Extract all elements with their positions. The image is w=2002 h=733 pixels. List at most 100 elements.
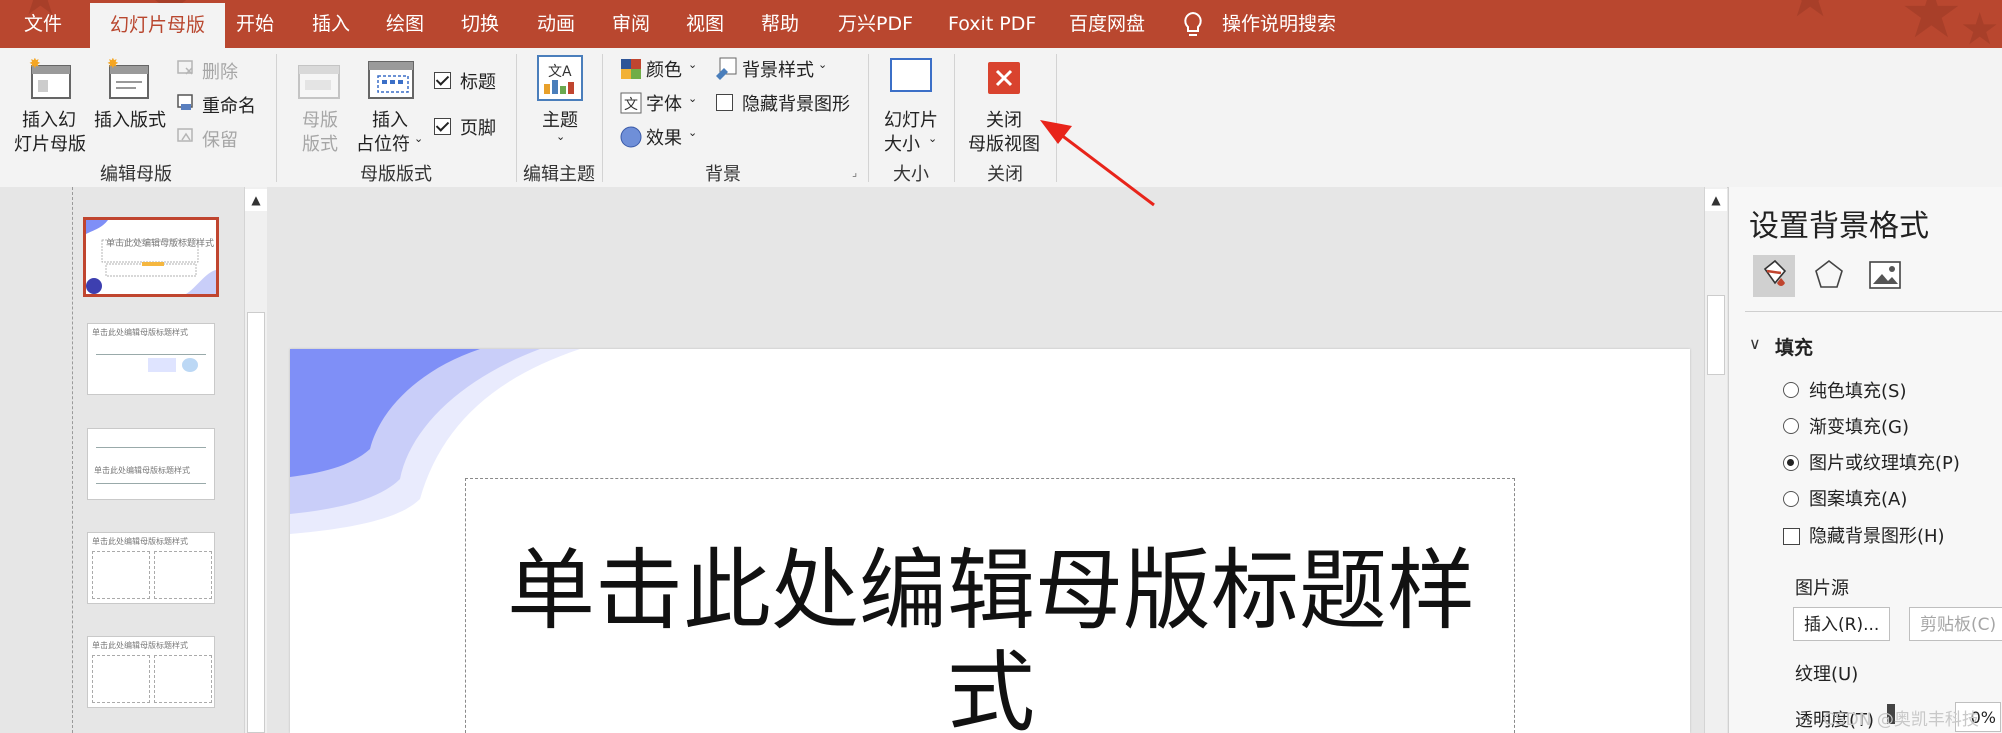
slide-size-icon[interactable] xyxy=(888,56,934,100)
svg-text:✸: ✸ xyxy=(107,58,119,72)
dialog-launcher-icon[interactable]: ⌟ xyxy=(852,166,857,179)
insert-placeholder-label-2[interactable]: 占位符 xyxy=(356,130,410,156)
slide-size-label-2[interactable]: 大小 xyxy=(884,130,920,156)
chevron-down-icon[interactable]: ⌄ xyxy=(818,58,827,71)
pattern-fill-label[interactable]: 图案填充(A) xyxy=(1809,485,1907,511)
group-separator xyxy=(276,54,277,182)
texture-label[interactable]: 纹理(U) xyxy=(1795,660,1858,686)
tab-help[interactable]: 帮助 xyxy=(761,0,799,48)
insert-placeholder-label-1[interactable]: 插入 xyxy=(372,106,408,132)
thumbnail-layout[interactable]: 单击此处编辑母版标题样式 xyxy=(87,636,215,708)
themes-label[interactable]: 主题 xyxy=(542,106,578,132)
thumbnail-tree-line xyxy=(72,187,73,733)
colors-label[interactable]: 颜色 xyxy=(646,56,682,82)
tab-transitions[interactable]: 切换 xyxy=(461,0,499,48)
fonts-label[interactable]: 字体 xyxy=(646,90,682,116)
effects-icon[interactable] xyxy=(620,126,642,152)
insert-picture-button[interactable]: 插入(R)... xyxy=(1793,607,1891,641)
thumbnail-layout[interactable]: 单击此处编辑母版标题样式 xyxy=(87,323,215,395)
scroll-up-arrow-icon[interactable]: ▲ xyxy=(245,189,267,211)
red-annotation-arrow xyxy=(1040,120,1155,207)
slide-master-preview[interactable]: 单击此处编辑母版标题样 式 xyxy=(290,349,1690,733)
slide-title-line-1[interactable]: 单击此处编辑母版标题样 xyxy=(466,547,1516,635)
solid-fill-radio[interactable] xyxy=(1783,382,1799,398)
close-master-view-label-1[interactable]: 关闭 xyxy=(986,106,1022,132)
scroll-up-arrow-icon[interactable]: ▲ xyxy=(1705,189,1727,211)
thumbnail-graphic xyxy=(154,551,212,599)
slide-title-line-2[interactable]: 式 xyxy=(466,649,1516,733)
svg-text:文: 文 xyxy=(548,64,562,80)
close-master-view-icon[interactable] xyxy=(988,62,1020,94)
fill-tab[interactable] xyxy=(1753,255,1795,297)
thumbnail-master[interactable]: 单击此处编辑母版标题样式 xyxy=(83,217,219,297)
picture-texture-fill-radio[interactable] xyxy=(1783,455,1799,471)
insert-slide-master-label-1[interactable]: 插入幻 xyxy=(22,106,76,132)
preserve-icon xyxy=(176,126,196,150)
chevron-down-icon[interactable]: ⌄ xyxy=(414,132,423,145)
background-styles-icon[interactable] xyxy=(714,56,738,84)
tab-slide-master[interactable]: 幻灯片母版 xyxy=(90,3,226,48)
thumbnail-graphic xyxy=(92,551,150,599)
pentagon-effects-icon[interactable] xyxy=(1811,257,1847,297)
background-styles-label[interactable]: 背景样式 xyxy=(742,56,814,82)
title-checkbox-label[interactable]: 标题 xyxy=(460,68,496,94)
tab-baidu-netdisk[interactable]: 百度网盘 xyxy=(1069,0,1145,48)
chevron-down-icon[interactable]: ⌄ xyxy=(928,132,937,145)
hide-background-graphics-checkbox[interactable] xyxy=(716,94,733,111)
insert-slide-master-icon[interactable]: ✸ xyxy=(28,56,74,106)
tab-wanxing-pdf[interactable]: 万兴PDF xyxy=(838,0,913,48)
thumbnail-layout[interactable]: 单击此处编辑母版标题样式 xyxy=(87,428,215,500)
picture-icon[interactable] xyxy=(1867,257,1903,297)
title-placeholder[interactable]: 单击此处编辑母版标题样 式 xyxy=(465,478,1515,733)
hide-background-graphics-label[interactable]: 隐藏背景图形(H) xyxy=(1809,522,1945,548)
lightbulb-icon[interactable] xyxy=(1180,10,1206,40)
footer-checkbox-label[interactable]: 页脚 xyxy=(460,114,496,140)
colors-icon[interactable] xyxy=(620,58,642,84)
slide-size-label-1[interactable]: 幻灯片 xyxy=(884,106,938,132)
pattern-fill-radio[interactable] xyxy=(1783,491,1799,507)
themes-icon[interactable]: 文A xyxy=(536,54,584,106)
chevron-down-icon[interactable]: ⌄ xyxy=(688,92,697,105)
insert-slide-master-label-2[interactable]: 灯片母版 xyxy=(14,130,86,156)
chevron-down-icon[interactable]: ⌄ xyxy=(688,126,697,139)
tab-review[interactable]: 审阅 xyxy=(612,0,650,48)
scrollbar-thumb[interactable] xyxy=(1707,295,1725,375)
insert-layout-label[interactable]: 插入版式 xyxy=(94,106,166,132)
canvas-scrollbar[interactable]: ▲ xyxy=(1704,187,1727,733)
thumbnails-scrollbar[interactable]: ▲ xyxy=(244,187,267,733)
tab-home[interactable]: 开始 xyxy=(236,0,274,48)
gradient-fill-label[interactable]: 渐变填充(G) xyxy=(1809,413,1909,439)
hide-background-graphics-checkbox[interactable] xyxy=(1783,528,1800,545)
rename-button[interactable]: 重命名 xyxy=(202,92,256,118)
tell-me-search[interactable]: 操作说明搜索 xyxy=(1222,0,1336,48)
group-label-edit-theme: 编辑主题 xyxy=(523,164,595,185)
close-master-view-label-2[interactable]: 母版视图 xyxy=(968,130,1040,156)
tab-draw[interactable]: 绘图 xyxy=(386,0,424,48)
thumbnail-caption: 单击此处编辑母版标题样式 xyxy=(92,537,188,546)
tab-animations[interactable]: 动画 xyxy=(537,0,575,48)
tab-insert[interactable]: 插入 xyxy=(312,0,350,48)
solid-fill-label[interactable]: 纯色填充(S) xyxy=(1809,377,1906,403)
chevron-down-icon[interactable]: ∨ xyxy=(1749,334,1761,353)
footer-checkbox[interactable] xyxy=(434,118,451,135)
fonts-icon[interactable]: 文 xyxy=(620,92,642,118)
watermark: CSDN @奥凯丰科技 xyxy=(1823,710,1979,730)
gradient-fill-radio[interactable] xyxy=(1783,418,1799,434)
title-checkbox[interactable] xyxy=(434,72,451,89)
tab-view[interactable]: 视图 xyxy=(686,0,724,48)
tab-foxit-pdf[interactable]: Foxit PDF xyxy=(948,0,1036,48)
chevron-down-icon[interactable]: ⌄ xyxy=(688,58,697,71)
fill-section-header[interactable]: 填充 xyxy=(1775,333,1813,360)
thumbnail-layout[interactable]: 单击此处编辑母版标题样式 xyxy=(87,532,215,604)
chevron-down-icon[interactable]: ⌄ xyxy=(556,130,565,143)
insert-placeholder-icon[interactable] xyxy=(366,58,416,108)
scrollbar-thumb[interactable] xyxy=(247,312,265,733)
hide-background-graphics-label[interactable]: 隐藏背景图形 xyxy=(742,90,850,116)
picture-texture-fill-label[interactable]: 图片或纹理填充(P) xyxy=(1809,449,1960,475)
tab-file[interactable]: 文件 xyxy=(24,0,62,48)
thumbnail-graphic xyxy=(92,655,150,703)
rename-icon[interactable] xyxy=(176,92,196,116)
insert-layout-icon[interactable]: ✸ xyxy=(106,56,152,106)
effects-label[interactable]: 效果 xyxy=(646,124,682,150)
thumbnail-line xyxy=(96,354,206,355)
